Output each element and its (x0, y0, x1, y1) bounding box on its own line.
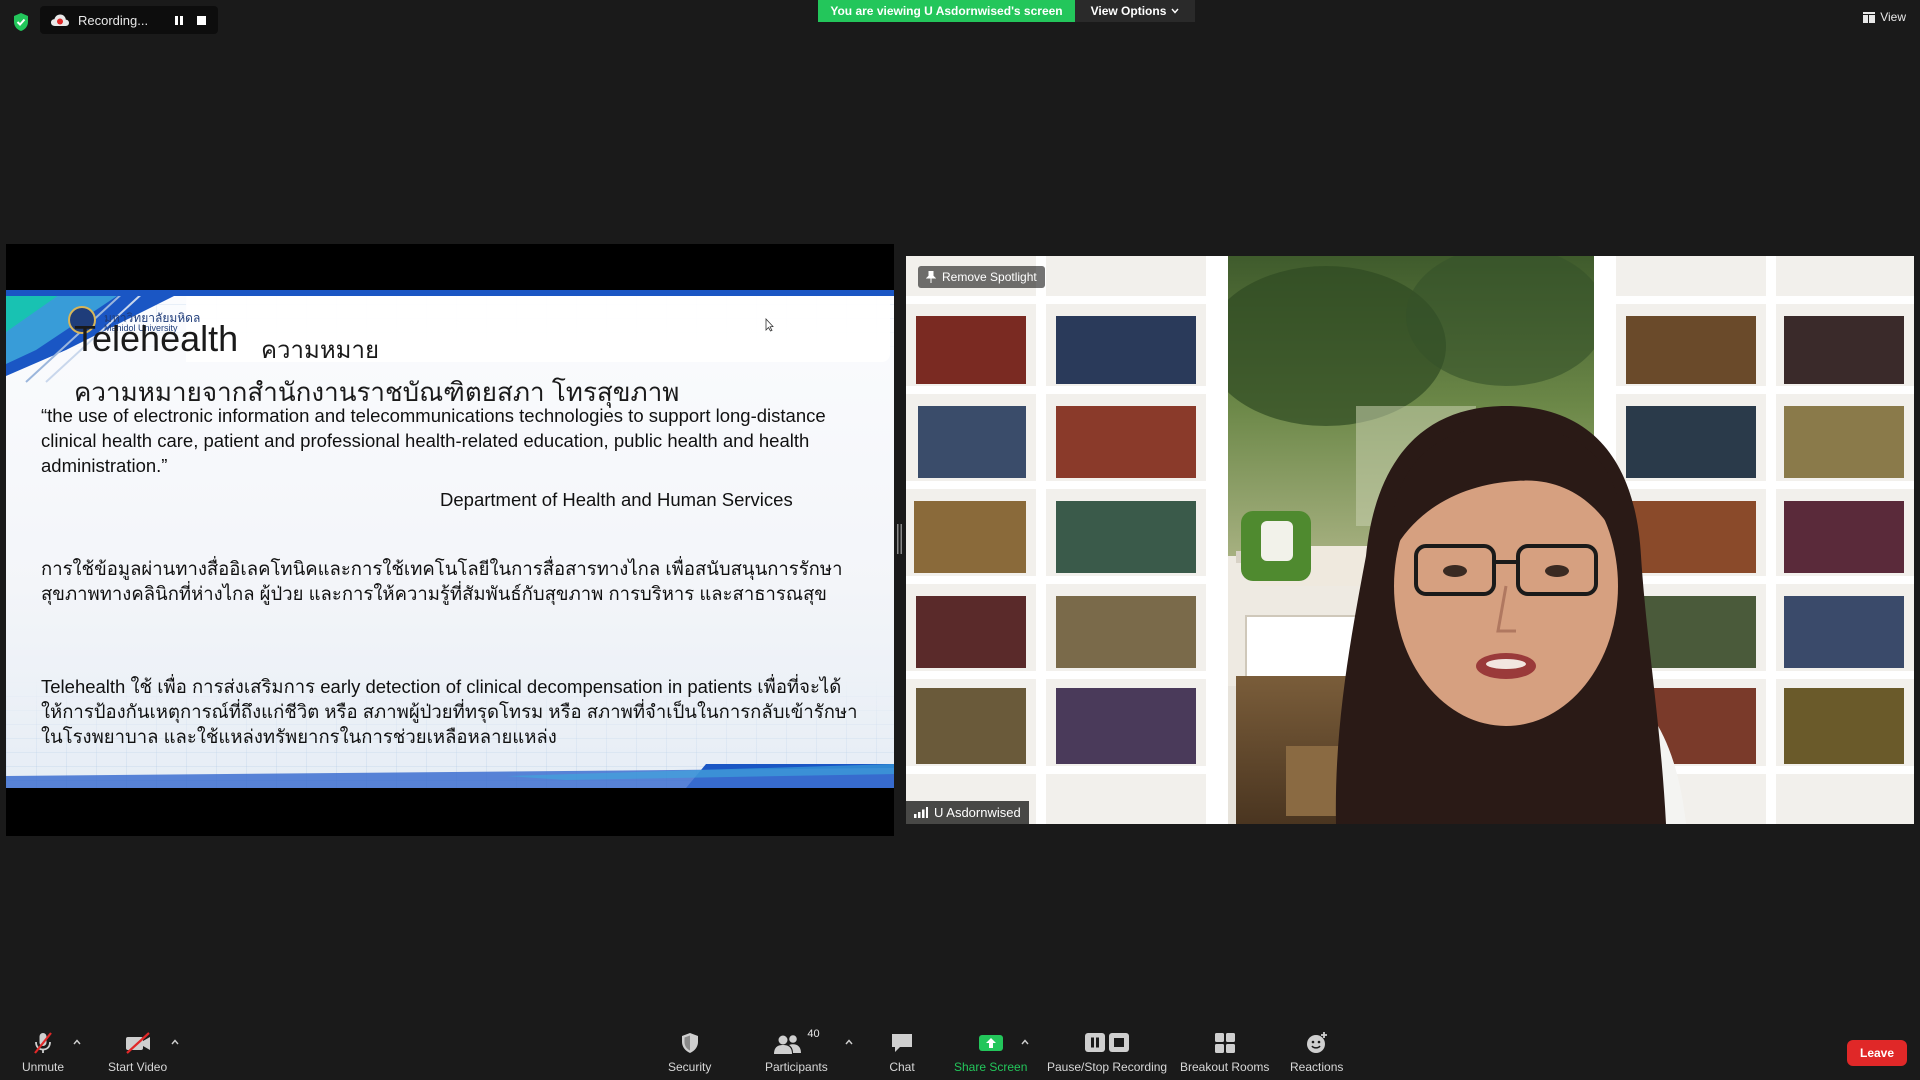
video-options-caret-icon[interactable] (170, 1038, 180, 1046)
slide-title-thai: ความหมาย (261, 337, 380, 364)
chat-icon (892, 1034, 912, 1052)
chevron-down-icon (1171, 8, 1179, 14)
pause-stop-icon (1085, 1033, 1130, 1052)
recording-status-text: Recording... (78, 12, 149, 28)
microphone-muted-icon (34, 1032, 52, 1054)
participant-name-label: U Asdornwised (906, 801, 1029, 824)
participants-count: 40 (807, 1028, 820, 1040)
participants-button[interactable]: 40 Participants (765, 1028, 828, 1074)
unmute-label: Unmute (22, 1060, 65, 1074)
leave-button[interactable]: Leave (1847, 1040, 1907, 1066)
view-grid-icon (1863, 11, 1876, 23)
splitter-handle[interactable] (897, 524, 902, 554)
slide-usage-text: Telehealth ใช้ เพื่อ การส่งเสริมการ earl… (41, 676, 858, 747)
stop-icon (196, 15, 206, 25)
presentation-slide: มหาวิทยาลัยมหิดล Mahidol University Tele… (6, 290, 894, 788)
recording-indicator: Recording... (40, 6, 218, 34)
shared-screen[interactable]: มหาวิทยาลัยมหิดล Mahidol University Tele… (6, 244, 894, 836)
view-options-button[interactable]: View Options (1075, 0, 1195, 22)
pause-icon (175, 15, 183, 25)
breakout-rooms-icon (1214, 1033, 1235, 1053)
participant-video-feed (906, 256, 1914, 824)
participants-icon (774, 1035, 802, 1054)
reactions-icon (1306, 1032, 1327, 1053)
start-video-button[interactable]: Start Video (108, 1030, 167, 1074)
pin-icon (926, 271, 936, 283)
security-label: Security (668, 1060, 712, 1074)
slide-thai-definition: การใช้ข้อมูลผ่านทางสื่ออิเลคโทนิคและการใ… (41, 558, 843, 604)
audio-options-caret-icon[interactable] (72, 1038, 82, 1046)
slide-quote-source: Department of Health and Human Services (440, 489, 793, 510)
share-screen-icon (978, 1035, 1003, 1051)
mouse-cursor-icon (765, 318, 774, 332)
pause-stop-recording-label: Pause/Stop Recording (1047, 1060, 1168, 1074)
slide-title: Telehealth (74, 318, 239, 359)
security-button[interactable]: Security (668, 1030, 711, 1074)
viewing-screen-banner: You are viewing U Asdornwised's screen (818, 0, 1075, 22)
view-label: View (1880, 10, 1906, 24)
cloud-record-icon (51, 14, 69, 26)
unmute-button[interactable]: Unmute (22, 1030, 64, 1074)
breakout-rooms-label: Breakout Rooms (1180, 1060, 1270, 1074)
view-options-label: View Options (1090, 4, 1167, 18)
participants-label: Participants (765, 1060, 828, 1074)
video-off-icon (125, 1032, 150, 1054)
view-button[interactable]: View (1863, 10, 1906, 24)
meeting-toolbar: Unmute Start Video Security 40 Participa… (0, 1014, 1920, 1080)
chat-label: Chat (889, 1060, 915, 1074)
signal-icon (914, 807, 928, 818)
share-screen-label: Share Screen (954, 1060, 1028, 1074)
slide-quote: “the use of electronic information and t… (41, 405, 826, 476)
security-shield-icon (681, 1033, 698, 1053)
breakout-rooms-button[interactable]: Breakout Rooms (1180, 1030, 1269, 1074)
stop-recording-button[interactable] (190, 9, 212, 31)
pause-stop-recording-button[interactable]: Pause/Stop Recording (1047, 1030, 1167, 1074)
share-screen-options-caret-icon[interactable] (1020, 1038, 1030, 1046)
pause-recording-button[interactable] (168, 9, 190, 31)
participant-name: U Asdornwised (934, 805, 1021, 820)
start-video-label: Start Video (108, 1060, 168, 1074)
participant-video-tile[interactable]: Remove Spotlight U Asdornwised (906, 256, 1914, 824)
remove-spotlight-label: Remove Spotlight (942, 270, 1037, 284)
chat-button[interactable]: Chat (888, 1030, 916, 1074)
remove-spotlight-button[interactable]: Remove Spotlight (918, 266, 1045, 288)
reactions-button[interactable]: Reactions (1290, 1030, 1343, 1074)
shield-icon[interactable] (12, 12, 30, 32)
reactions-label: Reactions (1290, 1060, 1344, 1074)
share-screen-button[interactable]: Share Screen (954, 1030, 1027, 1074)
participants-options-caret-icon[interactable] (844, 1038, 854, 1046)
